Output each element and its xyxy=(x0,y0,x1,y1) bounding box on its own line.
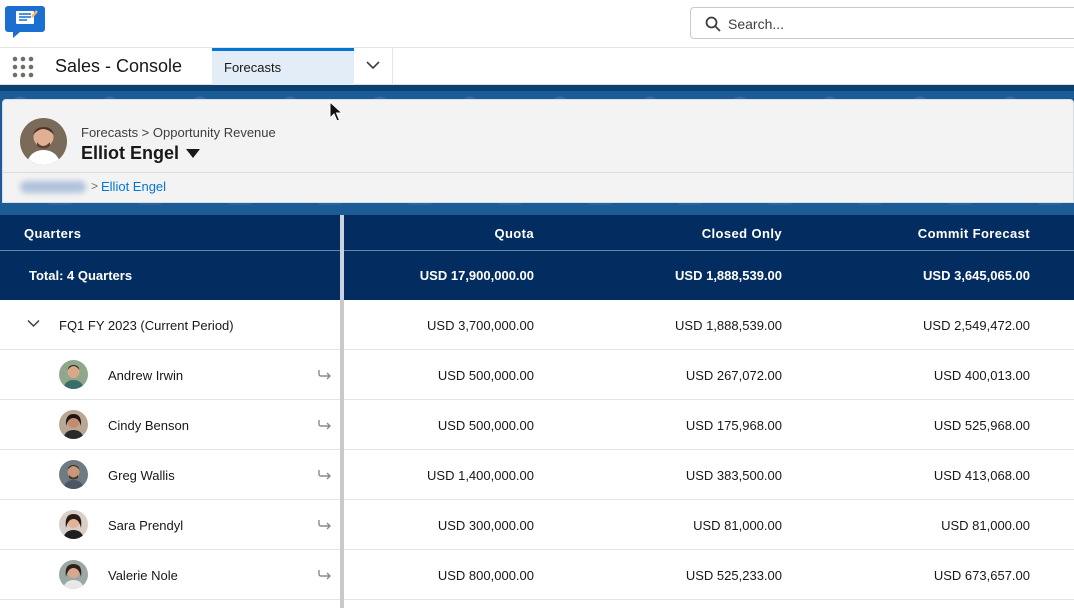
global-header: Search... xyxy=(0,0,1074,48)
breadcrumb-current-link[interactable]: Elliot Engel xyxy=(101,179,166,194)
period-closed[interactable]: USD 1,888,539.00 xyxy=(675,318,782,333)
band-stripe xyxy=(0,85,1074,91)
rep-commit[interactable]: USD 400,013.00 xyxy=(934,368,1030,383)
rep-quota[interactable]: USD 500,000.00 xyxy=(438,418,534,433)
breadcrumb-separator: > xyxy=(91,179,99,193)
share-arrow-icon[interactable] xyxy=(318,369,332,380)
caret-down-icon[interactable] xyxy=(186,149,200,158)
app-logo-icon[interactable] xyxy=(4,3,46,39)
search-icon xyxy=(705,16,721,32)
forecast-grid: Quarters Quota Closed Only Commit Foreca… xyxy=(0,215,1074,608)
table-row: Cindy Benson USD 500,000.00 USD 175,968.… xyxy=(0,400,1074,450)
app-launcher-icon[interactable] xyxy=(12,56,34,78)
rep-closed[interactable]: USD 81,000.00 xyxy=(693,518,782,533)
period-quota[interactable]: USD 3,700,000.00 xyxy=(427,318,534,333)
rep-commit[interactable]: USD 525,968.00 xyxy=(934,418,1030,433)
mouse-pointer-icon xyxy=(329,101,343,122)
table-row: Sara Prendyl USD 300,000.00 USD 81,000.0… xyxy=(0,500,1074,550)
rep-quota[interactable]: USD 800,000.00 xyxy=(438,568,534,583)
rep-name[interactable]: Cindy Benson xyxy=(108,418,189,433)
chevron-down-icon xyxy=(366,61,380,70)
rep-closed[interactable]: USD 175,968.00 xyxy=(686,418,782,433)
rep-closed[interactable]: USD 525,233.00 xyxy=(686,568,782,583)
app-name: Sales - Console xyxy=(55,56,183,76)
column-header-quarters[interactable]: Quarters xyxy=(24,226,81,241)
table-row: Andrew Irwin USD 500,000.00 USD 267,072.… xyxy=(0,350,1074,400)
rep-quota[interactable]: USD 500,000.00 xyxy=(438,368,534,383)
grid-header-row: Quarters Quota Closed Only Commit Foreca… xyxy=(0,215,1074,251)
table-row: Greg Wallis USD 1,400,000.00 USD 383,500… xyxy=(0,450,1074,500)
share-arrow-icon[interactable] xyxy=(318,519,332,530)
avatar xyxy=(59,510,88,539)
rep-quota[interactable]: USD 1,400,000.00 xyxy=(427,468,534,483)
total-row: Total: 4 Quarters USD 17,900,000.00 USD … xyxy=(0,251,1074,300)
share-arrow-icon[interactable] xyxy=(318,419,332,430)
page-header: Forecasts > Opportunity Revenue Elliot E… xyxy=(2,99,1074,203)
column-splitter-header xyxy=(340,215,344,300)
share-arrow-icon[interactable] xyxy=(318,569,332,580)
rep-name[interactable]: Greg Wallis xyxy=(108,468,175,483)
rep-closed[interactable]: USD 383,500.00 xyxy=(686,468,782,483)
column-header-closed[interactable]: Closed Only xyxy=(702,226,782,241)
rep-commit[interactable]: USD 413,068.00 xyxy=(934,468,1030,483)
rep-name[interactable]: Sara Prendyl xyxy=(108,518,183,533)
column-header-commit[interactable]: Commit Forecast xyxy=(918,226,1030,241)
breadcrumb: Forecasts > Opportunity Revenue xyxy=(81,125,276,140)
chevron-down-icon[interactable] xyxy=(27,319,40,328)
rep-name[interactable]: Valerie Nole xyxy=(108,568,178,583)
divider xyxy=(3,172,1073,173)
rep-commit[interactable]: USD 81,000.00 xyxy=(941,518,1030,533)
total-quota[interactable]: USD 17,900,000.00 xyxy=(420,268,534,283)
tab-menu-button[interactable] xyxy=(354,48,393,85)
forecast-owner-name[interactable]: Elliot Engel xyxy=(81,143,179,164)
avatar xyxy=(59,560,88,589)
period-commit[interactable]: USD 2,549,472.00 xyxy=(923,318,1030,333)
table-row: Valerie Nole USD 800,000.00 USD 525,233.… xyxy=(0,550,1074,600)
period-row: FQ1 FY 2023 (Current Period) USD 3,700,0… xyxy=(0,300,1074,350)
rep-commit[interactable]: USD 673,657.00 xyxy=(934,568,1030,583)
column-header-quota[interactable]: Quota xyxy=(494,226,534,241)
avatar xyxy=(59,460,88,489)
rep-quota[interactable]: USD 300,000.00 xyxy=(438,518,534,533)
rep-closed[interactable]: USD 267,072.00 xyxy=(686,368,782,383)
total-closed[interactable]: USD 1,888,539.00 xyxy=(675,268,782,283)
global-search-input[interactable]: Search... xyxy=(690,7,1074,39)
avatar xyxy=(59,360,88,389)
breadcrumb-parent-link[interactable] xyxy=(20,181,86,193)
avatar xyxy=(59,410,88,439)
app-nav-bar: Sales - Console Forecasts xyxy=(0,48,1074,85)
search-placeholder: Search... xyxy=(728,16,785,32)
tab-forecasts-label: Forecasts xyxy=(224,60,282,75)
tab-forecasts[interactable]: Forecasts xyxy=(212,48,354,85)
total-commit[interactable]: USD 3,645,065.00 xyxy=(923,268,1030,283)
avatar xyxy=(20,118,67,165)
period-label: FQ1 FY 2023 (Current Period) xyxy=(59,318,234,333)
rep-name[interactable]: Andrew Irwin xyxy=(108,368,183,383)
share-arrow-icon[interactable] xyxy=(318,469,332,480)
total-label: Total: 4 Quarters xyxy=(29,268,133,283)
